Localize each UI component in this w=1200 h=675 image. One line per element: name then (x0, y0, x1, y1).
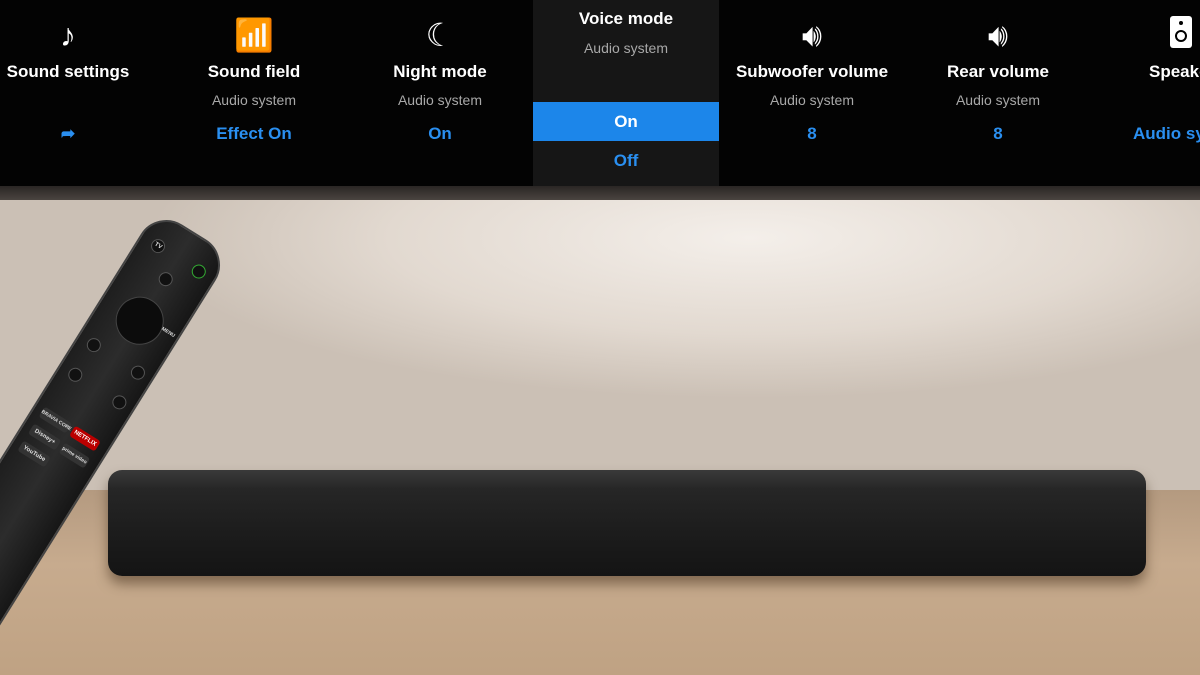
night-mode-icon: ☾ (425, 17, 455, 53)
voice-mode-dropdown[interactable]: Voice mode Audio system On Off (533, 0, 719, 186)
soundbar (108, 470, 1146, 576)
tv-quick-settings-bar: ♪ Sound settings ➦ 📶 Sound field Audio s… (0, 0, 1200, 188)
tv-bezel (0, 186, 1200, 200)
voice-mode-option-off[interactable]: Off (533, 141, 719, 180)
speaker-volume-icon: 🔊︎ (987, 17, 1009, 53)
dpad (106, 287, 173, 354)
power-icon (189, 261, 209, 282)
voice-mode-option-on[interactable]: On (533, 102, 719, 141)
speaker-icon (1166, 16, 1196, 54)
sound-field-icon: 📶 (234, 17, 274, 53)
mic-button (156, 269, 176, 289)
speaker-volume-icon: 🔊︎ (801, 17, 823, 53)
open-arrow-icon: ➦ (60, 124, 76, 143)
volume-button (65, 365, 85, 385)
channel-button (109, 392, 130, 412)
menu-label: MENU (160, 326, 176, 340)
music-note-icon: ♪ (60, 17, 76, 53)
home-button (128, 363, 148, 383)
back-button (84, 335, 104, 355)
tv-button: TV (148, 236, 168, 256)
